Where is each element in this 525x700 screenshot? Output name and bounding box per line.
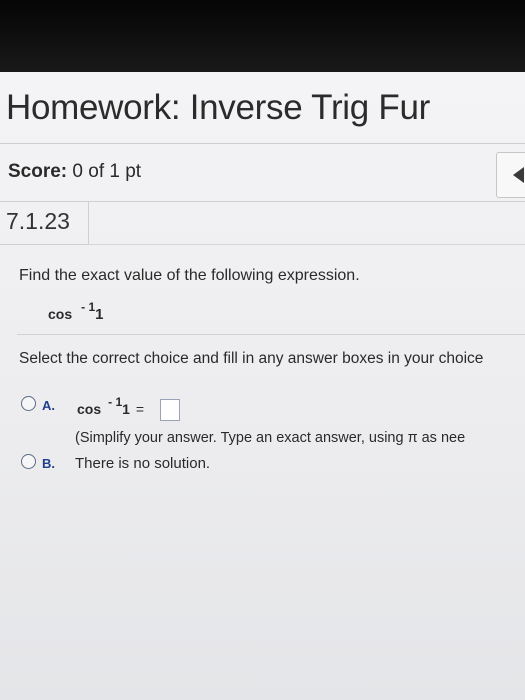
expression-exponent: - 1 — [81, 300, 96, 314]
choice-a-radio[interactable] — [21, 396, 36, 411]
choice-b-letter: B. — [42, 456, 55, 471]
expression-argument: 1 — [95, 306, 104, 323]
math-expression: cos - 11 — [48, 300, 104, 323]
choice-a-equals: = — [131, 401, 145, 417]
triangle-left-icon — [513, 167, 524, 183]
divider — [17, 334, 525, 335]
score-label: Score: — [8, 161, 68, 182]
question-prompt: Find the exact value of the following ex… — [19, 267, 360, 284]
question-instruction: Select the correct choice and fill in an… — [19, 350, 484, 367]
choice-b-text: There is no solution. — [75, 455, 211, 472]
page-title: Homework: Inverse Trig Fur — [6, 88, 430, 127]
expression-function: cos — [48, 306, 73, 322]
divider — [88, 244, 525, 245]
previous-question-button[interactable] — [496, 152, 525, 198]
device-bezel — [0, 0, 525, 74]
score-display: Score: 0 of 1 pt — [8, 161, 141, 183]
choice-a-hint: (Simplify your answer. Type an exact ans… — [75, 430, 466, 446]
divider — [0, 143, 525, 144]
choice-a-exponent: - 1 — [108, 395, 123, 409]
choice-b-radio[interactable] — [21, 454, 36, 469]
choice-a-argument: 1 — [122, 401, 130, 417]
score-value: 0 of 1 pt — [72, 161, 142, 182]
choice-a-function: cos — [77, 401, 102, 417]
answer-input-box[interactable] — [160, 399, 180, 421]
choice-a-letter: A. — [42, 398, 55, 413]
choice-a-expression: cos - 11 = — [77, 395, 145, 417]
question-number: 7.1.23 — [6, 208, 70, 234]
